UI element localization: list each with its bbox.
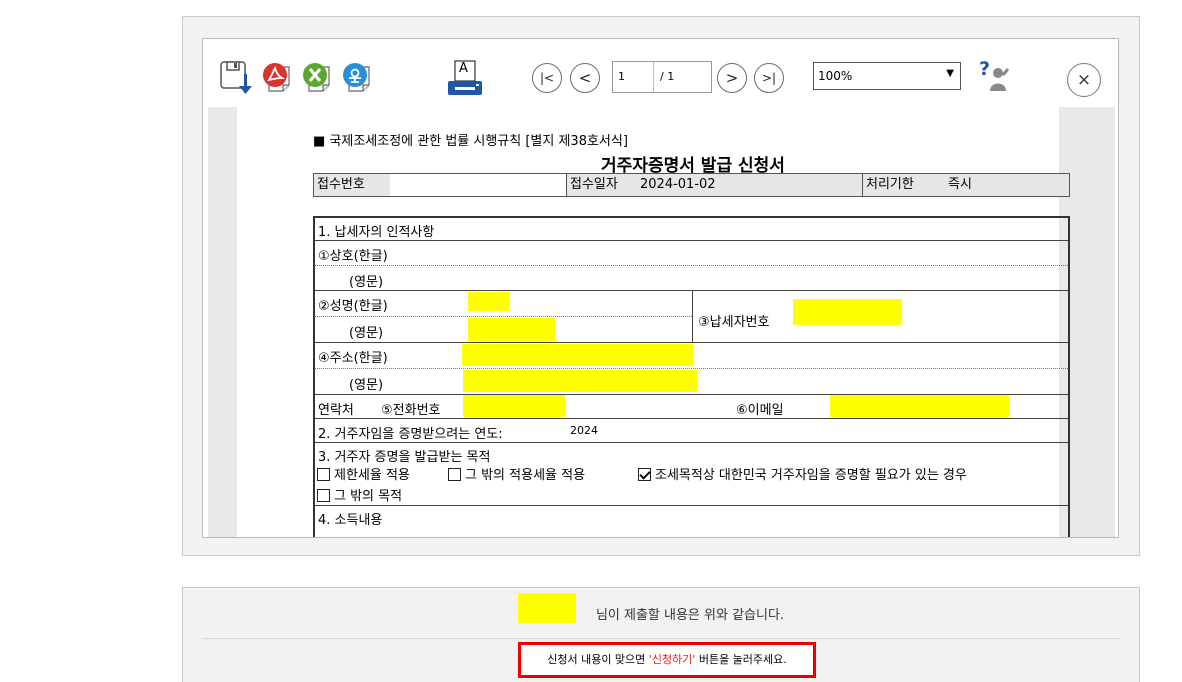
receipt-no-value (390, 174, 566, 196)
section-1-title: 1. 납세자의 인적사항 (318, 225, 435, 240)
purpose-option-1[interactable]: 제한세율 적용 (317, 464, 410, 483)
first-page-button[interactable]: |< (532, 63, 562, 93)
divider (862, 174, 863, 196)
receipt-no-label: 접수번호 (317, 177, 365, 192)
redacted-taxpayer-no (793, 299, 902, 325)
purpose-option-1-label: 제한세율 적용 (334, 468, 410, 483)
pdf-icon[interactable] (261, 61, 297, 95)
name-row: ②성명(한글) (영문) ③납세자번호 (315, 291, 1068, 343)
name-kr-cell: ②성명(한글) (315, 291, 692, 317)
year-value: 2024 (570, 424, 598, 437)
page-divider (653, 62, 654, 92)
company-en-label: (영문) (349, 275, 384, 290)
section-2-title: 2. 거주자임을 증명받으려는 연도: (318, 427, 503, 442)
purpose-option-3-label: 조세목적상 대한민국 거주자임을 증명할 필요가 있는 경우 (655, 468, 967, 483)
print-icon[interactable]: A (445, 59, 485, 99)
last-page-button[interactable]: >| (754, 63, 784, 93)
company-en-row: (영문) (315, 266, 1068, 291)
section-4-title: 4. 소득내용 (318, 513, 383, 528)
checkbox-purpose-2[interactable] (448, 468, 461, 481)
contact-label: 연락처 (318, 403, 354, 418)
purpose-option-4[interactable]: 그 밖의 목적 (317, 485, 402, 504)
name-en-label: (영문) (349, 326, 384, 341)
close-icon: × (1076, 70, 1092, 90)
document-page: ■ 국제조세조정에 관한 법률 시행규칙 [별지 제38호서식] 거주자증명서 … (237, 107, 1070, 537)
section-3-title: 3. 거주자 증명을 발급받는 목적 (318, 450, 491, 465)
chevron-down-icon: ▼ (946, 68, 954, 79)
first-page-icon: |< (539, 71, 555, 85)
current-page-input[interactable]: 1 (618, 70, 625, 83)
confirmation-panel: 님이 제출할 내용은 위와 같습니다. 신청서 내용이 맞으면 '신청하기' 버… (182, 587, 1140, 682)
save-icon[interactable] (219, 60, 257, 96)
purpose-option-2-label: 그 밖의 적용세율 적용 (465, 468, 586, 483)
report-viewer: A |< < 1 / 1 > >| 100% ▼ ? × ■ 국제조세조정에 관… (202, 38, 1119, 538)
report-viewer-frame: A |< < 1 / 1 > >| 100% ▼ ? × ■ 국제조세조정에 관… (182, 16, 1140, 556)
submission-statement: 님이 제출할 내용은 위와 같습니다. (183, 604, 1139, 623)
checkbox-purpose-4[interactable] (317, 489, 330, 502)
redacted-name-kr (468, 292, 509, 311)
form-reference: ■ 국제조세조정에 관한 법률 시행규칙 [별지 제38호서식] (313, 134, 628, 149)
contact-row: 연락처 ⑤전화번호 ⑥이메일 (315, 395, 1068, 419)
receipt-info-row: 접수번호 접수일자 2024-01-02 처리기한 즉시 (313, 173, 1070, 197)
section-4-row: 4. 소득내용 (315, 506, 1068, 528)
redacted-name-en (468, 318, 555, 341)
print-glyph: A (459, 61, 468, 76)
taxpayer-no-label: ③납세자번호 (698, 315, 770, 330)
address-en-row: (영문) (315, 369, 1068, 395)
excel-icon[interactable] (301, 61, 337, 95)
next-page-icon: > (725, 69, 739, 87)
deadline-label: 처리기한 (866, 177, 914, 192)
hwp-icon[interactable] (341, 61, 377, 95)
checkbox-purpose-1[interactable] (317, 468, 330, 481)
company-kr-label: ①상호(한글) (318, 249, 388, 264)
last-page-icon: >| (761, 71, 777, 85)
applicant-form-table: 1. 납세자의 인적사항 ①상호(한글) (영문) ②성명(한글) (영문) ③… (313, 216, 1070, 537)
redacted-address-kr (462, 344, 693, 366)
apply-notice: 신청서 내용이 맞으면 '신청하기' 버튼을 눌러주세요. (518, 642, 816, 678)
purpose-option-4-label: 그 밖의 목적 (334, 489, 403, 504)
email-label: ⑥이메일 (736, 403, 784, 418)
notice-text-pre: 신청서 내용이 맞으면 (547, 653, 649, 666)
section-3-row: 3. 거주자 증명을 발급받는 목적 제한세율 적용 그 밖의 적용세율 적용 … (315, 443, 1068, 506)
address-kr-label: ④주소(한글) (318, 351, 388, 366)
checkbox-purpose-3[interactable] (638, 468, 651, 481)
svg-text:?: ? (979, 59, 990, 80)
divider (202, 638, 1120, 639)
page-number-field[interactable]: 1 / 1 (612, 61, 712, 93)
address-kr-row: ④주소(한글) (315, 343, 1068, 369)
redacted-address-en (463, 370, 697, 392)
prev-page-button[interactable]: < (570, 63, 600, 93)
help-icon[interactable]: ? (977, 58, 1013, 95)
zoom-value: 100% (818, 69, 853, 83)
next-page-button[interactable]: > (717, 63, 747, 93)
redacted-email (830, 395, 1009, 417)
company-kr-row: ①상호(한글) (315, 241, 1068, 266)
cell-divider (692, 291, 693, 342)
divider (566, 174, 567, 196)
document-viewport[interactable]: ■ 국제조세조정에 관한 법률 시행규칙 [별지 제38호서식] 거주자증명서 … (208, 107, 1115, 537)
receipt-date-label: 접수일자 (570, 177, 618, 192)
purpose-option-3[interactable]: 조세목적상 대한민국 거주자임을 증명할 필요가 있는 경우 (638, 464, 967, 483)
section-2-row: 2. 거주자임을 증명받으려는 연도: 2024 (315, 419, 1068, 443)
section-1-row: 1. 납세자의 인적사항 (315, 218, 1068, 241)
notice-text-post: 버튼을 눌러주세요. (695, 653, 787, 666)
submission-statement-text: 님이 제출할 내용은 위와 같습니다. (595, 608, 785, 623)
address-en-label: (영문) (349, 378, 384, 393)
name-kr-label: ②성명(한글) (318, 299, 388, 314)
purpose-option-2[interactable]: 그 밖의 적용세율 적용 (448, 464, 585, 483)
receipt-date-value: 2024-01-02 (640, 177, 716, 192)
viewer-toolbar: A |< < 1 / 1 > >| 100% ▼ ? × (203, 39, 1118, 107)
notice-apply-label: '신청하기' (648, 653, 696, 666)
deadline-value: 즉시 (948, 177, 972, 192)
phone-label: ⑤전화번호 (381, 403, 441, 418)
total-pages: / 1 (660, 70, 675, 83)
redacted-phone (463, 395, 565, 417)
zoom-select[interactable]: 100% ▼ (813, 62, 961, 90)
prev-page-icon: < (578, 69, 592, 87)
close-button[interactable]: × (1067, 63, 1101, 97)
